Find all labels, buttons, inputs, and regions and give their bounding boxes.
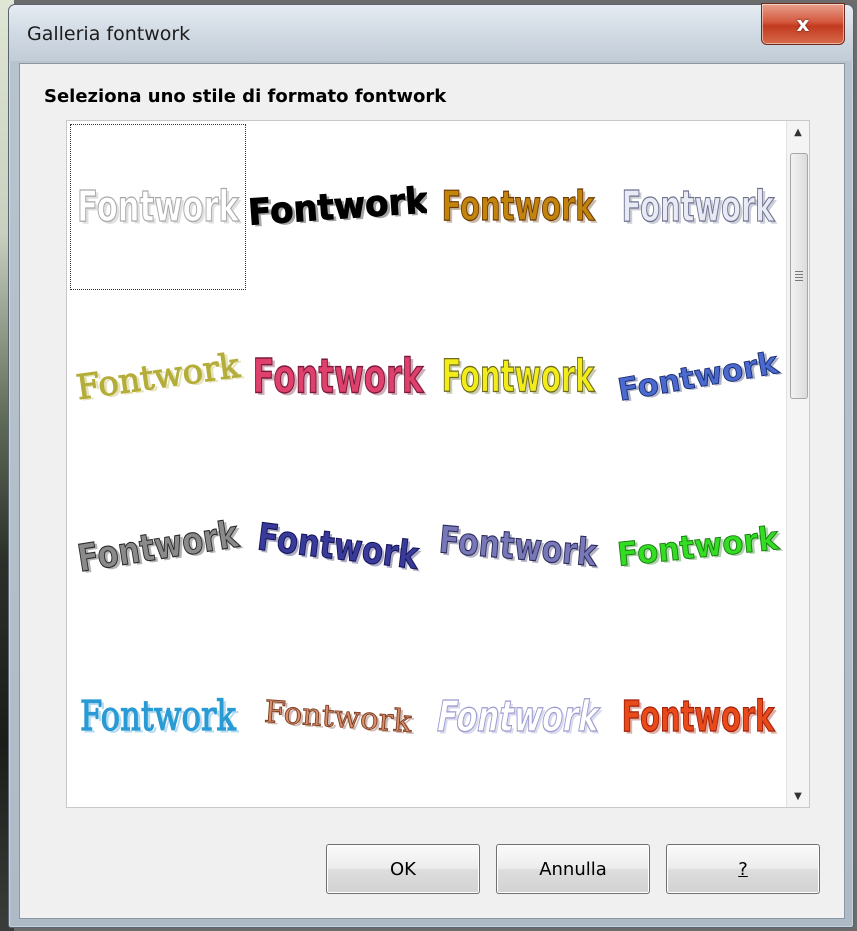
fontwork-gallery-dialog: Galleria fontwork x Seleziona uno stile … [8, 3, 854, 928]
fontwork-preview: FontworkFontwork [441, 183, 598, 233]
fontwork-preview: FontworkFontwork [615, 520, 784, 576]
fontwork-style-item[interactable]: Fontwork Fontwork [609, 463, 787, 631]
help-button-label: ? [738, 858, 748, 880]
fontwork-style-item[interactable]: Fontwork Fontwork [429, 463, 607, 631]
scroll-thumb[interactable] [790, 153, 808, 399]
title-bar[interactable]: Galleria fontwork x [9, 3, 853, 61]
fontwork-preview-text: Fontwork [622, 691, 775, 741]
fontwork-gallery: Fontwork Fontwork Fontwork Fontwork Fontwork… [66, 120, 810, 808]
fontwork-style-item[interactable]: Fontwork Fontwork [249, 123, 427, 291]
fontwork-style-item[interactable]: Fontwork Fontwork [249, 463, 427, 631]
help-button[interactable]: ? [666, 844, 820, 894]
fontwork-preview: FontworkFontwork [77, 181, 243, 233]
fontwork-preview: FontworkFontwork [73, 345, 245, 410]
close-icon: x [796, 12, 810, 36]
fontwork-preview: FontworkFontwork [621, 180, 778, 233]
fontwork-style-item[interactable]: Fontwork Fontwork [69, 463, 247, 631]
fontwork-preview-text: Fontwork [249, 181, 427, 234]
fontwork-style-item[interactable]: Fontwork Fontwork [609, 633, 787, 801]
fontwork-preview: FontworkFontwork [621, 690, 778, 743]
fontwork-preview: FontworkFontwork [441, 349, 598, 404]
fontwork-style-item[interactable]: Fontwork Fontwork [429, 633, 607, 801]
fontwork-preview-text: Fontwork [77, 182, 240, 231]
fontwork-preview-text: Fontwork [80, 693, 237, 741]
fontwork-preview: FontworkFontwork [615, 346, 784, 410]
cancel-button[interactable]: Annulla [496, 844, 650, 894]
ok-button[interactable]: OK [326, 844, 480, 894]
fontwork-style-item[interactable]: Fontwork Fontwork [69, 293, 247, 461]
fontwork-preview-text: Fontwork [437, 518, 600, 575]
fontwork-preview: FontworkFontwork [74, 512, 245, 583]
fontwork-style-item[interactable]: Fontwork Fontwork [249, 293, 427, 461]
vertical-scrollbar[interactable]: ▲ ▼ [786, 121, 809, 807]
fontwork-preview-text: Fontwork [442, 350, 596, 402]
gallery-heading: Seleziona uno stile di formato fontwork [44, 86, 447, 107]
fontwork-preview-text: Fontwork [253, 348, 425, 404]
fontwork-preview-text: Fontwork [263, 695, 413, 740]
dialog-body: Seleziona uno stile di formato fontwork … [19, 63, 845, 919]
fontwork-preview: FontworkFontwork [255, 515, 425, 581]
fontwork-preview-text: Fontwork [615, 346, 781, 409]
window-title: Galleria fontwork [27, 23, 191, 45]
scroll-up-arrow-icon[interactable]: ▲ [787, 121, 809, 143]
fontwork-preview: FontworkFontwork [249, 180, 427, 236]
fontwork-style-item[interactable]: Fontwork Fontwork [429, 123, 607, 291]
fontwork-preview: FontworkFontwork [437, 518, 603, 578]
fontwork-style-item[interactable]: Fontwork Fontwork [69, 633, 247, 801]
fontwork-preview-text: Fontwork [622, 181, 775, 231]
fontwork-preview: FontworkFontwork [80, 692, 240, 743]
fontwork-preview-text: Fontwork [442, 183, 596, 230]
gallery-grid: Fontwork Fontwork Fontwork Fontwork Fontwork… [67, 121, 787, 807]
fontwork-style-item[interactable]: Fontwork Fontwork [429, 293, 607, 461]
fontwork-style-item[interactable]: Fontwork Fontwork [69, 123, 247, 291]
fontwork-preview: FontworkFontwork [263, 694, 416, 742]
close-button[interactable]: x [761, 3, 845, 45]
fontwork-preview-text: Fontwork [433, 691, 604, 741]
fontwork-style-item[interactable]: Fontwork Fontwork [609, 293, 787, 461]
fontwork-preview: FontworkFontwork [432, 690, 606, 743]
scroll-down-arrow-icon[interactable]: ▼ [787, 785, 809, 807]
fontwork-style-item[interactable]: Fontwork Fontwork [609, 123, 787, 291]
fontwork-style-item[interactable]: Fontwork Fontwork [249, 633, 427, 801]
fontwork-preview: FontworkFontwork [252, 347, 427, 407]
grip-icon [795, 271, 803, 281]
